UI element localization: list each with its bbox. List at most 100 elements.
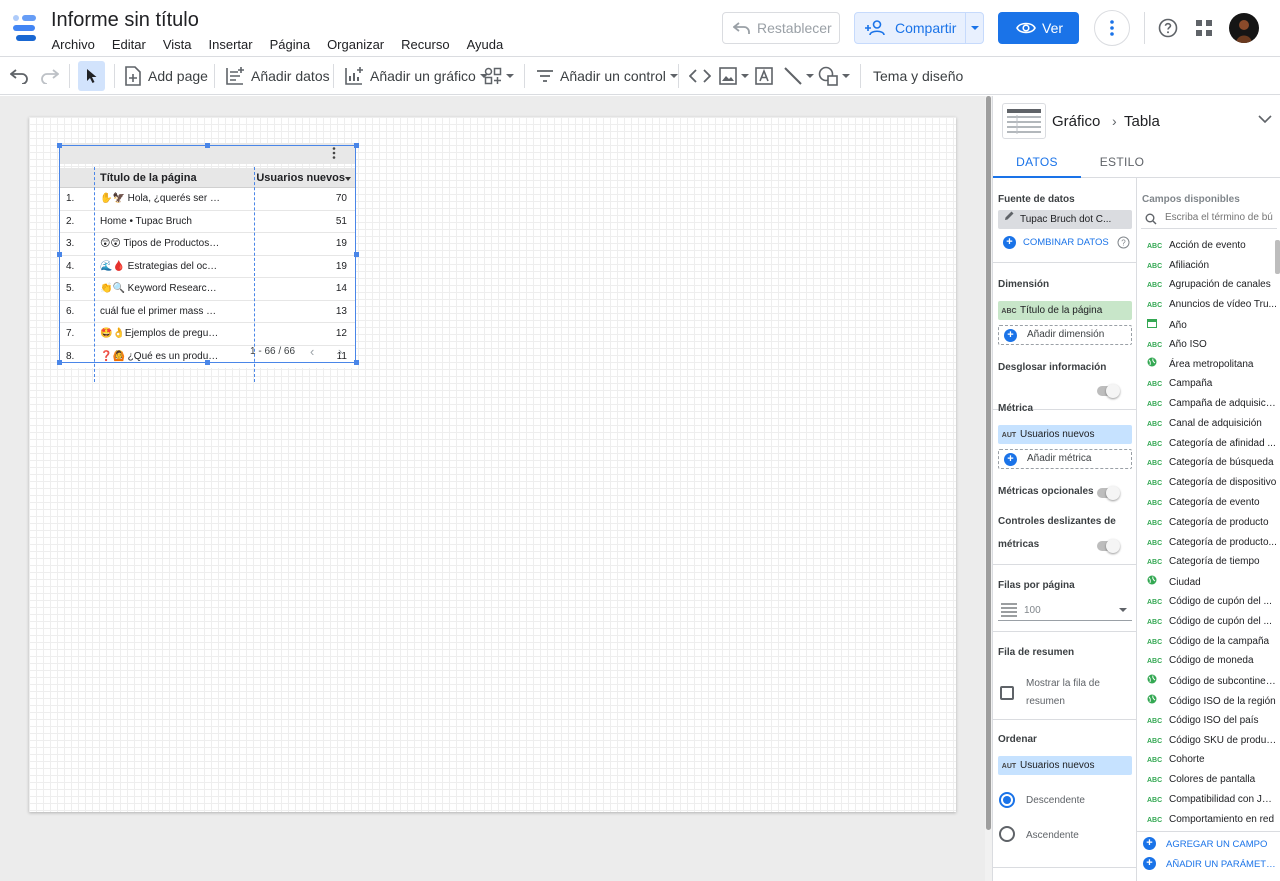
field-item[interactable]: ABC Código de cupón del ... [1147, 615, 1277, 629]
rows-per-page-select[interactable]: 100 [998, 599, 1132, 621]
menu-editar[interactable]: Editar [103, 36, 154, 54]
reset-button[interactable]: Restablecer [722, 12, 840, 44]
table-chart-icon[interactable] [1002, 103, 1046, 139]
data-studio-logo-icon[interactable] [12, 14, 40, 42]
combine-data-link[interactable]: + COMBINAR DATOS ? [1003, 235, 1137, 251]
help-icon[interactable] [1158, 18, 1178, 41]
chevron-left-icon[interactable]: ‹ [310, 344, 314, 359]
share-dropdown-caret[interactable] [965, 13, 983, 43]
resize-handle-sw[interactable] [57, 360, 62, 365]
pencil-icon[interactable] [998, 210, 1020, 229]
field-item[interactable]: ABC Año ISO [1147, 338, 1277, 352]
resize-handle-s[interactable] [205, 360, 210, 365]
field-item[interactable]: ABC Categoría de búsqueda [1147, 456, 1277, 470]
undo-button[interactable] [10, 61, 30, 91]
report-title[interactable]: Informe sin título [51, 9, 199, 32]
image-button[interactable] [719, 61, 749, 91]
field-item[interactable]: ABC Código SKU de producto [1147, 734, 1277, 748]
field-item[interactable]: ABC Anuncios de vídeo Tru... [1147, 298, 1277, 312]
field-item[interactable]: ABC Código de la campaña [1147, 635, 1277, 649]
dimension-chip[interactable]: ABC Título de la página [998, 301, 1132, 320]
add-page-button[interactable]: Add page [124, 61, 208, 91]
field-item[interactable]: ABC Colores de pantalla [1147, 773, 1277, 787]
field-item[interactable]: Ciudad [1147, 575, 1277, 589]
breakdown-toggle[interactable] [1097, 384, 1120, 398]
field-item[interactable]: ABC Cohorte [1147, 753, 1277, 767]
field-item[interactable]: ABC Código ISO del país [1147, 714, 1277, 728]
field-item[interactable]: ABC Categoría de evento [1147, 496, 1277, 510]
tab-data[interactable]: DATOS [993, 146, 1081, 178]
field-item[interactable]: Código ISO de la región [1147, 694, 1277, 708]
canvas-scrollbar[interactable] [985, 96, 992, 881]
field-item[interactable]: ABC Compatibilidad con Java [1147, 793, 1277, 807]
field-item[interactable]: ABC Código de moneda [1147, 654, 1277, 668]
field-search-box[interactable] [1141, 209, 1277, 229]
menu-insertar[interactable]: Insertar [200, 36, 261, 54]
tab-style[interactable]: ESTILO [1081, 146, 1163, 178]
add-parameter-button[interactable]: + AÑADIR UN PARÁMETRO [1142, 856, 1280, 872]
sort-descending-radio[interactable] [999, 792, 1015, 808]
report-page[interactable]: Título de la página Usuarios nuevos 1. ✋🦅… [29, 117, 956, 812]
add-dimension-button[interactable]: + Añadir dimensión [998, 325, 1132, 345]
chevron-right-icon[interactable]: › [338, 344, 342, 359]
field-item[interactable]: ABC Categoría de afinidad ... [1147, 437, 1277, 451]
field-item[interactable]: ABC Categoría de producto... [1147, 536, 1277, 550]
more-options-button[interactable] [1094, 10, 1130, 46]
menu-recurso[interactable]: Recurso [393, 36, 458, 54]
metric-chip[interactable]: AUT Usuarios nuevos [998, 425, 1132, 444]
field-item[interactable]: ABC Afiliación [1147, 259, 1277, 273]
help-icon[interactable]: ? [1117, 236, 1130, 249]
add-chart-button[interactable]: Añadir un gráfico [344, 61, 488, 91]
select-tool-button[interactable] [78, 61, 105, 91]
field-item[interactable]: ABC Agrupación de canales [1147, 278, 1277, 292]
resize-handle-e[interactable] [354, 252, 359, 257]
metric-sliders-toggle[interactable] [1097, 539, 1120, 553]
field-item[interactable]: Año [1147, 318, 1277, 332]
menu-ayuda[interactable]: Ayuda [458, 36, 512, 54]
resize-handle-ne[interactable] [354, 143, 359, 148]
user-avatar[interactable] [1229, 13, 1259, 43]
summary-row-checkbox[interactable] [1000, 686, 1014, 700]
menu-archivo[interactable]: Archivo [43, 36, 103, 54]
field-item[interactable]: Código de subcontinente [1147, 674, 1277, 688]
theme-layout-button[interactable]: Tema y diseño [873, 61, 963, 91]
resize-handle-se[interactable] [354, 360, 359, 365]
data-source-chip[interactable]: Tupac Bruch dot C... [998, 210, 1132, 229]
field-item[interactable]: ABC Canal de adquisición [1147, 417, 1277, 431]
line-button[interactable] [784, 61, 814, 91]
shape-button[interactable] [818, 61, 850, 91]
share-button[interactable]: Compartir [854, 12, 984, 44]
menu-pagina[interactable]: Página [261, 36, 318, 54]
field-item[interactable]: ABC Acción de evento [1147, 239, 1277, 253]
redo-button[interactable] [39, 61, 59, 91]
field-item[interactable]: Área metropolitana [1147, 357, 1277, 371]
optional-metrics-toggle[interactable] [1097, 486, 1120, 500]
field-item[interactable]: ABC Categoría de tiempo [1147, 555, 1277, 569]
community-viz-button[interactable] [484, 61, 514, 91]
chevron-down-icon[interactable] [1258, 115, 1272, 123]
add-field-button[interactable]: + AGREGAR UN CAMPO [1142, 836, 1280, 852]
embed-code-button[interactable] [689, 61, 711, 91]
add-metric-button[interactable]: + Añadir métrica [998, 449, 1132, 469]
field-item[interactable]: ABC Campaña de adquisición [1147, 397, 1277, 411]
resize-handle-w[interactable] [57, 252, 62, 257]
field-list-scrollbar[interactable] [1275, 240, 1280, 274]
view-button[interactable]: Ver [998, 12, 1079, 44]
canvas-scrollbar-thumb[interactable] [986, 96, 991, 830]
add-data-button[interactable]: Añadir datos [225, 61, 330, 91]
field-item[interactable]: ABC Comportamiento en red [1147, 813, 1277, 827]
apps-grid-icon[interactable] [1195, 19, 1213, 40]
sort-chip[interactable]: AUT Usuarios nuevos [998, 756, 1132, 775]
sort-ascending-radio[interactable] [999, 826, 1015, 842]
text-box-button[interactable] [755, 61, 773, 91]
menu-vista[interactable]: Vista [154, 36, 200, 54]
field-search-input[interactable] [1163, 211, 1275, 224]
field-item[interactable]: ABC Código de cupón del ... [1147, 595, 1277, 609]
field-item[interactable]: ABC Campaña [1147, 377, 1277, 391]
menu-organizar[interactable]: Organizar [319, 36, 393, 54]
field-item[interactable]: ABC Categoría de dispositivo [1147, 476, 1277, 490]
resize-handle-n[interactable] [205, 143, 210, 148]
breadcrumb-table[interactable]: Tabla [1124, 113, 1160, 130]
field-item[interactable]: ABC Categoría de producto [1147, 516, 1277, 530]
add-control-button[interactable]: Añadir un control [536, 61, 678, 91]
